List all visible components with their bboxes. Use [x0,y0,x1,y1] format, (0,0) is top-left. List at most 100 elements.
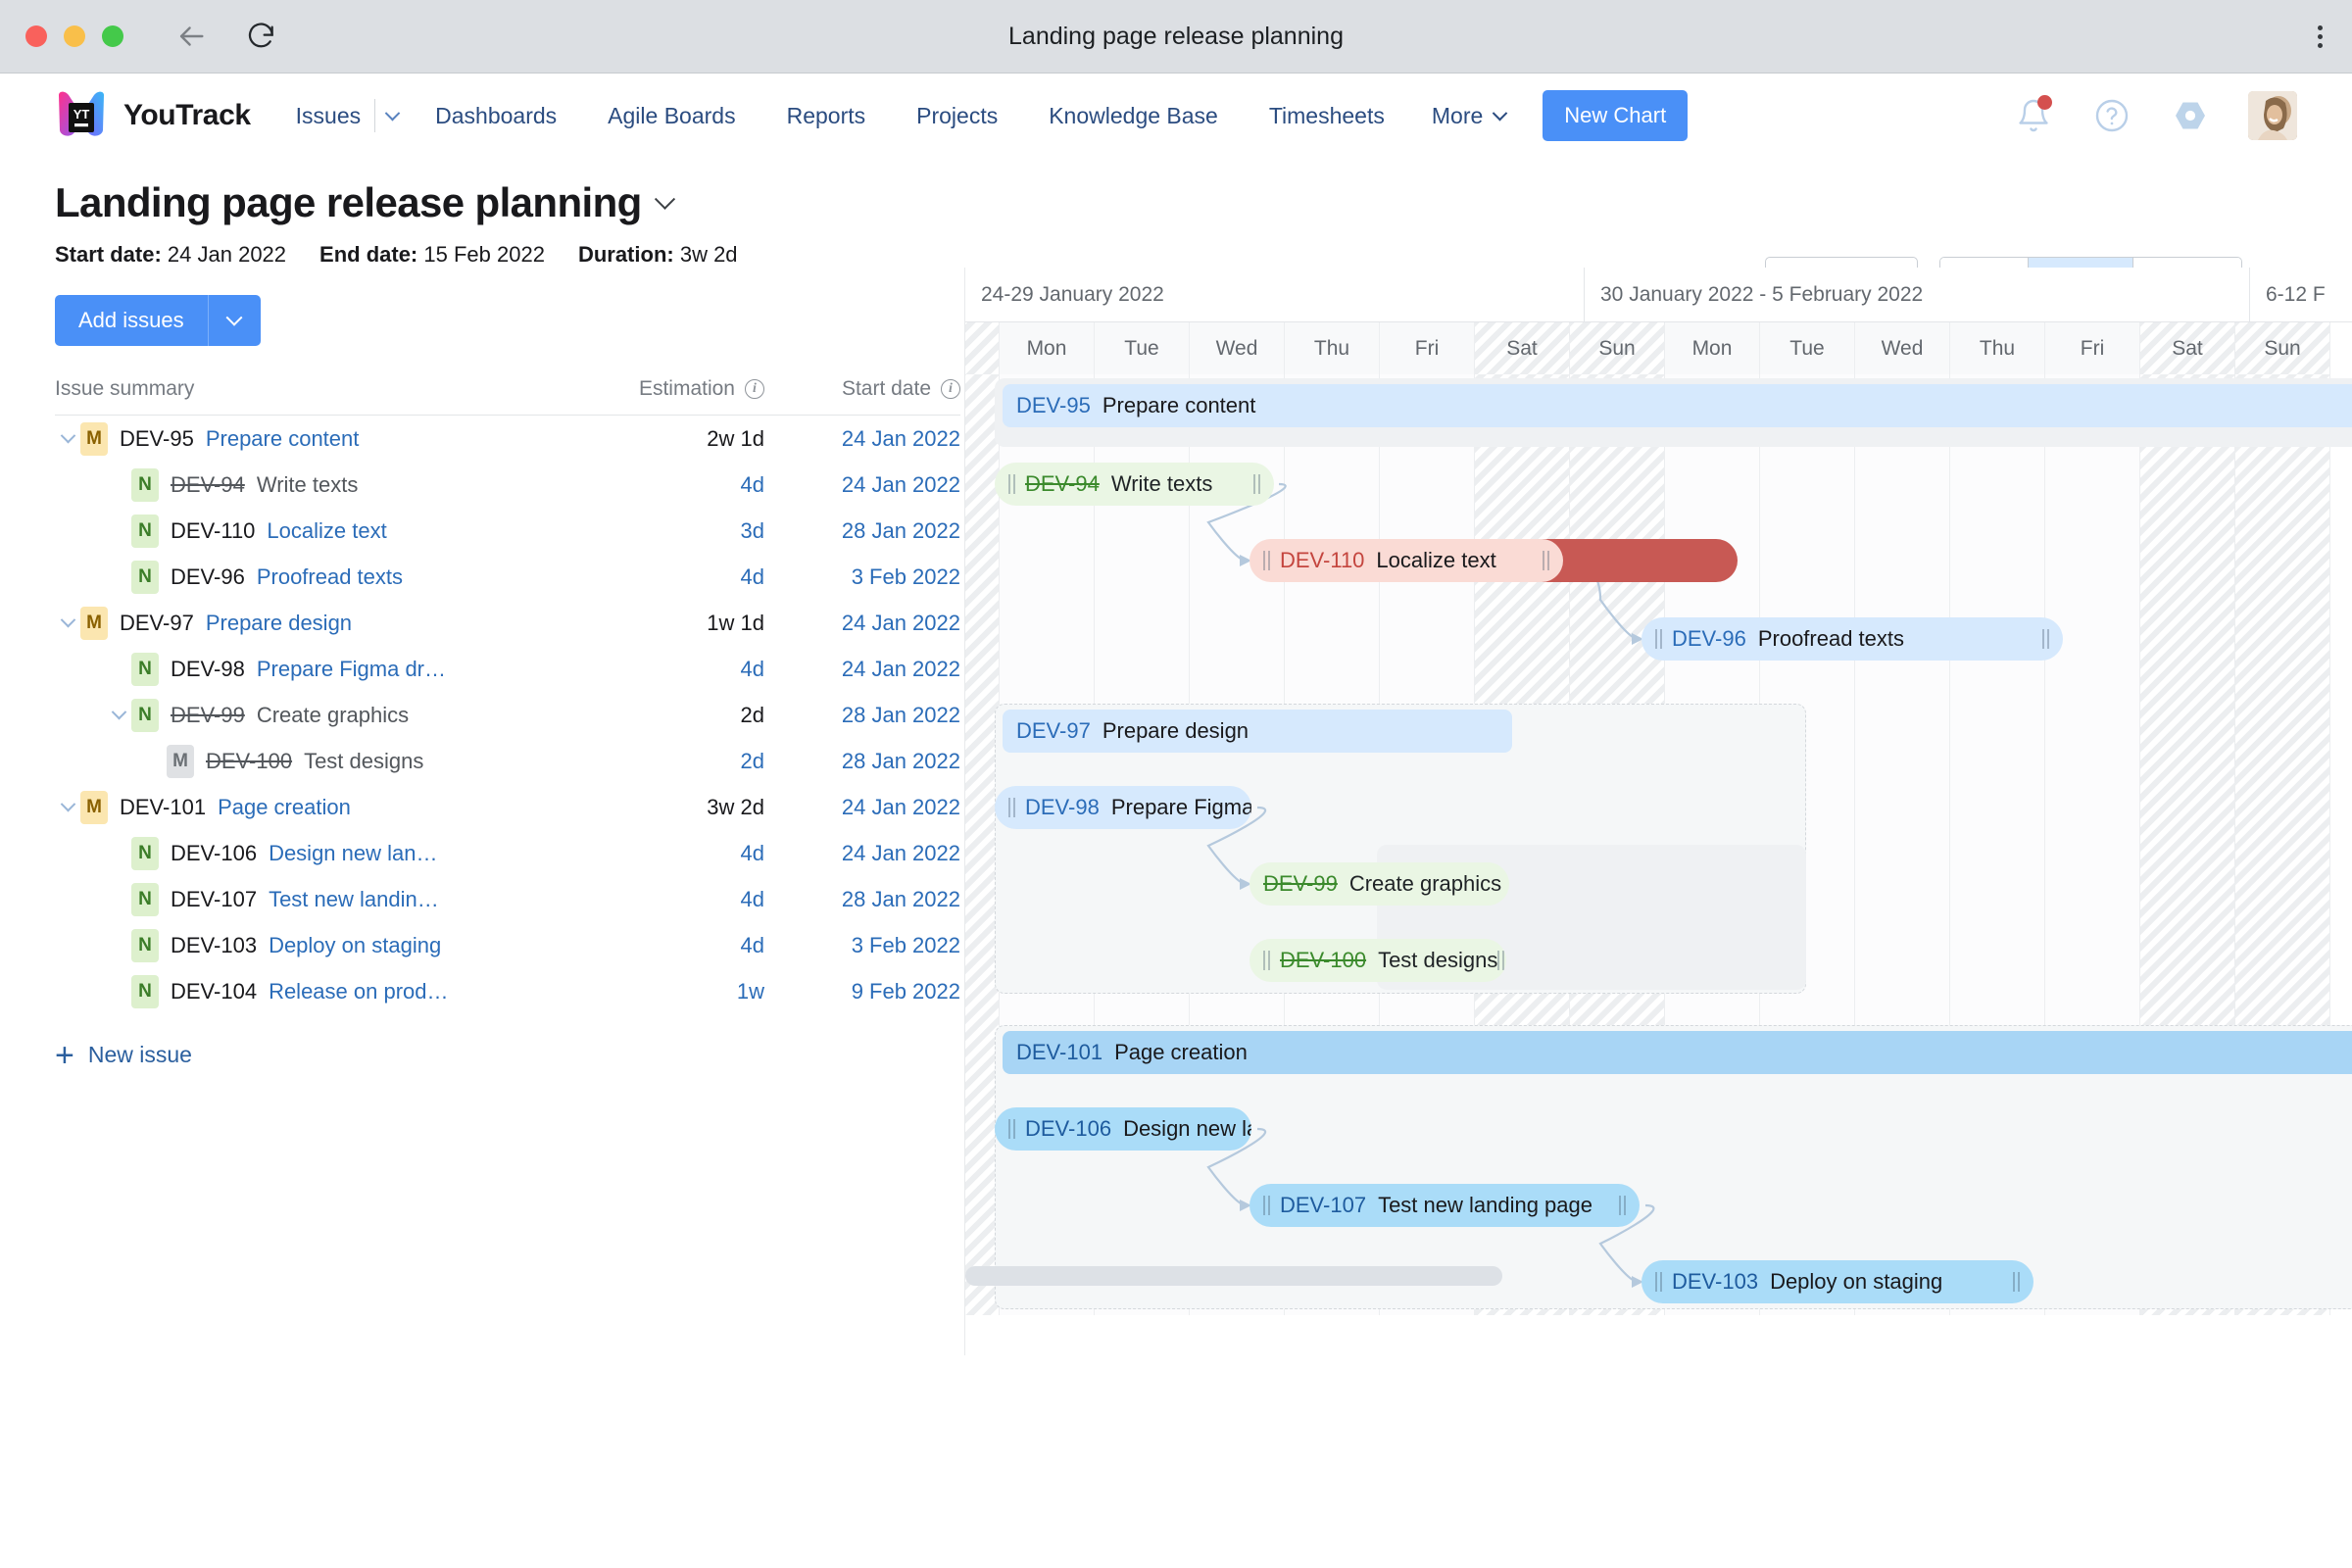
bell-icon[interactable] [2013,95,2054,136]
gantt-bar[interactable]: DEV-97Prepare design [1003,710,1512,753]
chevron-down-icon[interactable] [55,617,80,628]
start-date-cell[interactable]: 28 Jan 2022 [764,749,960,774]
estimation-cell[interactable]: 1w 1d [588,611,764,636]
gantt-bar[interactable]: DEV-98Prepare Figma draft [995,786,1251,829]
reload-icon[interactable] [245,20,278,53]
table-row[interactable]: NDEV-106Design new lan…4d24 Jan 2022 [55,830,960,876]
issue-id[interactable]: DEV-101 [120,795,206,820]
gantt-bar-resize-handle-left[interactable] [1008,798,1015,817]
help-icon[interactable] [2091,95,2132,136]
issue-id[interactable]: DEV-107 [171,887,257,912]
table-row[interactable]: NDEV-98Prepare Figma dr…4d24 Jan 2022 [55,646,960,692]
start-date-cell[interactable]: 3 Feb 2022 [764,933,960,958]
new-chart-button[interactable]: New Chart [1543,90,1688,141]
start-date-cell[interactable]: 28 Jan 2022 [764,518,960,544]
gantt-bar-resize-handle-left[interactable] [1263,951,1270,970]
close-window-button[interactable] [25,25,47,47]
issue-id[interactable]: DEV-98 [171,657,245,682]
issue-summary-link[interactable]: Prepare design [206,611,352,636]
start-date-cell[interactable]: 24 Jan 2022 [764,795,960,820]
gantt-bar[interactable]: DEV-101Page creation [1003,1031,2352,1074]
gantt-bar[interactable]: DEV-96Proofread texts [1642,617,2063,661]
brand[interactable]: YT YouTrack [55,89,251,142]
gantt-bar-resize-handle-left[interactable] [1008,1119,1015,1139]
gantt-bar-resize-handle-right[interactable] [1543,551,1549,570]
issue-id[interactable]: DEV-94 [171,472,245,498]
chevron-down-icon[interactable] [55,802,80,812]
kebab-menu-icon[interactable] [2318,22,2327,52]
new-issue-button[interactable]: + New issue [55,1042,960,1068]
start-date-cell[interactable]: 9 Feb 2022 [764,979,960,1004]
page-title-row[interactable]: Landing page release planning [55,179,2297,226]
issue-summary-link[interactable]: Test new landin… [269,887,439,912]
estimation-cell[interactable]: 4d [588,472,764,498]
start-date-cell[interactable]: 3 Feb 2022 [764,564,960,590]
start-date-cell[interactable]: 24 Jan 2022 [764,426,960,452]
estimation-cell[interactable]: 4d [588,841,764,866]
start-date-cell[interactable]: 28 Jan 2022 [764,703,960,728]
gantt-bar[interactable]: DEV-106Design new landing… [995,1107,1251,1151]
chevron-down-icon[interactable] [655,188,675,209]
start-date-cell[interactable]: 24 Jan 2022 [764,841,960,866]
gantt-bar-resize-handle-left[interactable] [1655,629,1662,649]
estimation-cell[interactable]: 3w 2d [588,795,764,820]
chevron-down-icon[interactable] [55,433,80,444]
zoom-window-button[interactable] [102,25,123,47]
issue-summary-link[interactable]: Prepare Figma dr… [257,657,446,682]
table-row[interactable]: MDEV-100Test designs2d28 Jan 2022 [55,738,960,784]
nav-item-reports[interactable]: Reports [761,103,892,129]
estimation-cell[interactable]: 4d [588,933,764,958]
table-row[interactable]: NDEV-96Proofread texts4d3 Feb 2022 [55,554,960,600]
back-arrow-icon[interactable] [174,20,208,53]
estimation-cell[interactable]: 2d [588,703,764,728]
issue-id[interactable]: DEV-96 [171,564,245,590]
nav-item-dashboards[interactable]: Dashboards [410,103,582,129]
gantt-bar[interactable]: DEV-99Create graphics [1250,862,1509,906]
nav-item-agile-boards[interactable]: Agile Boards [582,103,760,129]
info-icon[interactable]: i [745,379,764,399]
gantt-bar-resize-handle-right[interactable] [1253,474,1260,494]
nav-item-more[interactable]: More [1410,103,1527,129]
estimation-cell[interactable]: 4d [588,564,764,590]
table-row[interactable]: NDEV-110Localize text3d28 Jan 2022 [55,508,960,554]
issue-id[interactable]: DEV-95 [120,426,194,452]
issue-summary-link[interactable]: Write texts [257,472,359,498]
issue-summary-link[interactable]: Prepare content [206,426,360,452]
gantt-bar[interactable]: DEV-95Prepare content [1003,384,2352,427]
add-issues-dropdown-button[interactable] [208,295,261,346]
gear-icon[interactable] [2170,95,2211,136]
nav-item-projects[interactable]: Projects [891,103,1023,129]
estimation-cell[interactable]: 3d [588,518,764,544]
gantt-bar[interactable]: DEV-110Localize text [1250,539,1563,582]
issue-id[interactable]: DEV-100 [206,749,292,774]
issue-summary-link[interactable]: Page creation [218,795,351,820]
horizontal-scrollbar-track[interactable] [965,1266,2352,1286]
gantt-bar-resize-handle-right[interactable] [2042,629,2049,649]
nav-issues-dropdown[interactable] [374,99,410,132]
estimation-cell[interactable]: 1w [588,979,764,1004]
gantt-bar[interactable]: DEV-94Write texts [995,463,1274,506]
estimation-cell[interactable]: 2d [588,749,764,774]
table-row[interactable]: MDEV-101Page creation3w 2d24 Jan 2022 [55,784,960,830]
start-date-cell[interactable]: 24 Jan 2022 [764,472,960,498]
gantt-bar-overdue-segment[interactable] [1542,539,1738,582]
estimation-cell[interactable]: 4d [588,887,764,912]
issue-id[interactable]: DEV-103 [171,933,257,958]
issue-summary-link[interactable]: Localize text [267,518,386,544]
issue-summary-link[interactable]: Design new lan… [269,841,437,866]
add-issues-button[interactable]: Add issues [55,295,208,346]
table-row[interactable]: MDEV-97Prepare design1w 1d24 Jan 2022 [55,600,960,646]
estimation-cell[interactable]: 4d [588,657,764,682]
table-row[interactable]: NDEV-99Create graphics2d28 Jan 2022 [55,692,960,738]
issue-summary-link[interactable]: Proofread texts [257,564,403,590]
start-date-cell[interactable]: 28 Jan 2022 [764,887,960,912]
start-date-cell[interactable]: 24 Jan 2022 [764,657,960,682]
issue-summary-link[interactable]: Test designs [304,749,423,774]
table-row[interactable]: NDEV-103Deploy on staging4d3 Feb 2022 [55,922,960,968]
gantt-bar-resize-handle-left[interactable] [1263,1196,1270,1215]
table-row[interactable]: MDEV-95Prepare content2w 1d24 Jan 2022 [55,416,960,462]
issue-summary-link[interactable]: Create graphics [257,703,409,728]
gantt-bar-resize-handle-left[interactable] [1263,551,1270,570]
start-date-cell[interactable]: 24 Jan 2022 [764,611,960,636]
table-row[interactable]: NDEV-107Test new landin…4d28 Jan 2022 [55,876,960,922]
